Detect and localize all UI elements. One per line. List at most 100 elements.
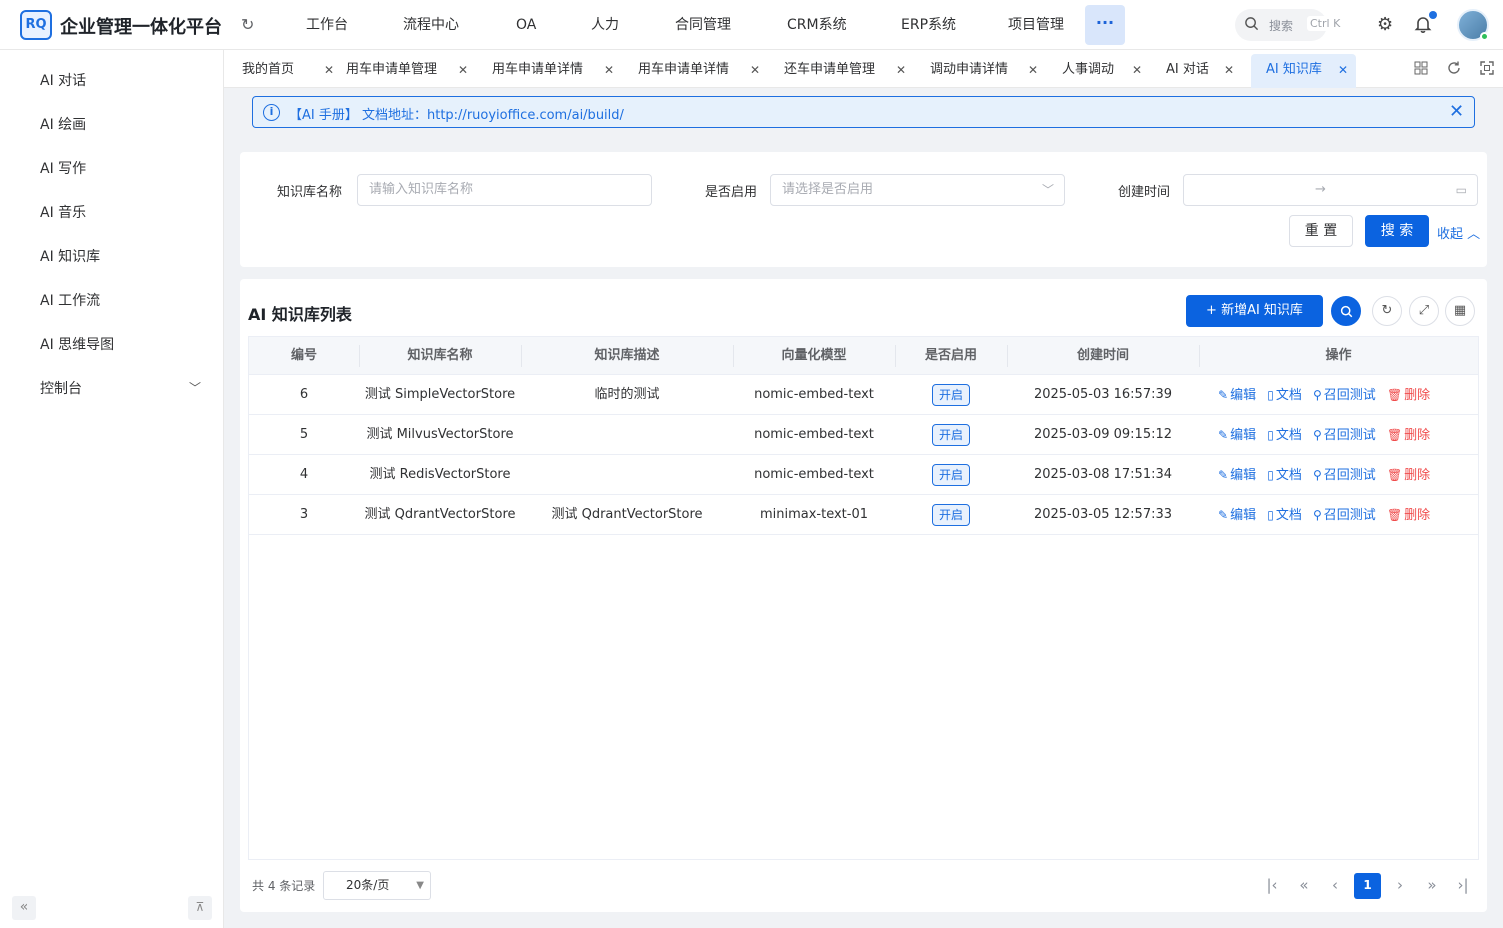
table-row: 3 测试 QdrantVectorStore 测试 QdrantVectorSt… <box>249 495 1478 535</box>
add-knowledge-button[interactable]: + 新增AI 知识库 <box>1186 295 1323 327</box>
close-icon[interactable]: ✕ <box>604 54 614 86</box>
cell-model: minimax-text-01 <box>759 507 869 522</box>
sidebar-item-ai-workflow[interactable]: AI 工作流 <box>40 290 100 310</box>
refresh-icon[interactable] <box>1446 60 1462 76</box>
next-group-icon[interactable]: » <box>1420 874 1444 898</box>
page-number-current[interactable]: 1 <box>1354 873 1381 899</box>
status-badge: 开启 <box>931 463 970 486</box>
column-settings-icon[interactable]: ▦ <box>1445 296 1475 326</box>
chevron-down-icon[interactable]: ﹀ <box>189 379 201 396</box>
fullscreen-table-icon[interactable]: ⤢ <box>1409 296 1439 326</box>
prev-group-icon[interactable]: « <box>1292 874 1316 898</box>
nav-hr[interactable]: 人力 <box>591 0 619 50</box>
cell-id: 6 <box>299 387 309 402</box>
sidebar-item-ai-knowledge[interactable]: AI 知识库 <box>40 246 100 266</box>
pin-icon[interactable]: ⊼ <box>188 896 212 920</box>
nav-project[interactable]: 项目管理 <box>1008 0 1064 50</box>
next-page-icon[interactable]: › <box>1388 874 1412 898</box>
sidebar-item-ai-chat[interactable]: AI 对话 <box>40 70 86 90</box>
recall-test-button[interactable]: ⚲ 召回测试 <box>1313 508 1376 523</box>
refresh-icon[interactable]: ↻ <box>241 15 254 34</box>
search-button[interactable]: 搜 索 <box>1365 215 1429 247</box>
name-filter-input[interactable]: 请输入知识库名称 <box>357 174 652 206</box>
close-icon[interactable]: ✕ <box>1449 101 1464 122</box>
enabled-filter-label: 是否启用 <box>705 185 758 200</box>
tab-vehicle-request-detail-2[interactable]: 用车申请单详情 ✕ <box>638 54 768 88</box>
edit-icon: ✎ <box>1218 388 1229 402</box>
close-icon[interactable]: ✕ <box>1224 54 1234 86</box>
docs-button[interactable]: ▯ 文档 <box>1267 508 1302 523</box>
global-search[interactable]: 搜索 Ctrl K <box>1235 9 1344 41</box>
recall-test-button[interactable]: ⚲ 召回测试 <box>1313 468 1376 483</box>
tab-vehicle-request-detail[interactable]: 用车申请单详情 ✕ <box>492 54 622 88</box>
close-icon[interactable]: ✕ <box>1028 54 1038 86</box>
edit-button[interactable]: ✎ 编辑 <box>1218 508 1256 523</box>
gear-icon[interactable]: ⚙ <box>1377 14 1393 35</box>
sidebar-item-ai-writing[interactable]: AI 写作 <box>40 158 86 178</box>
recall-label: 召回测试 <box>1323 508 1376 523</box>
first-page-icon[interactable]: |‹ <box>1260 874 1284 898</box>
sidebar-item-ai-mindmap[interactable]: AI 思维导图 <box>40 334 114 354</box>
close-icon[interactable]: ✕ <box>458 54 468 86</box>
cell-created: 2025-03-09 09:15:12 <box>1033 427 1173 442</box>
app-logo[interactable]: RQ <box>20 10 52 40</box>
collapse-sidebar-icon[interactable]: « <box>12 896 36 920</box>
tab-ai-knowledge[interactable]: AI 知识库 ✕ <box>1251 54 1356 88</box>
docs-button[interactable]: ▯ 文档 <box>1267 428 1302 443</box>
docs-button[interactable]: ▯ 文档 <box>1267 388 1302 403</box>
nav-workbench[interactable]: 工作台 <box>306 0 348 50</box>
close-icon[interactable]: ✕ <box>1132 54 1142 86</box>
nav-oa[interactable]: OA <box>516 0 536 50</box>
nav-crm[interactable]: CRM系统 <box>787 0 847 50</box>
cell-enabled: 开启 <box>895 375 1007 415</box>
toggle-search-icon[interactable] <box>1331 296 1361 326</box>
close-icon[interactable]: ✕ <box>750 54 760 86</box>
recall-test-button[interactable]: ⚲ 召回测试 <box>1313 428 1376 443</box>
edit-button[interactable]: ✎ 编辑 <box>1218 388 1256 403</box>
enabled-filter-select[interactable]: 请选择是否启用 ﹀ <box>770 174 1065 206</box>
tab-home[interactable]: 我的首页 ✕ <box>242 54 342 88</box>
prev-page-icon[interactable]: ‹ <box>1323 874 1347 898</box>
edit-button[interactable]: ✎ 编辑 <box>1218 468 1256 483</box>
tab-ai-chat[interactable]: AI 对话 ✕ <box>1166 54 1242 88</box>
list-title: AI 知识库列表 <box>248 305 352 324</box>
sidebar-item-ai-music[interactable]: AI 音乐 <box>40 202 86 222</box>
caret-down-icon: ▼ <box>416 880 424 891</box>
notice-text[interactable]: 【AI 手册】 文档地址：http://ruoyioffice.com/ai/b… <box>289 104 624 123</box>
nav-contract[interactable]: 合同管理 <box>675 0 731 50</box>
delete-button[interactable]: 🗑 删除 <box>1387 388 1430 403</box>
tab-transfer-detail[interactable]: 调动申请详情 ✕ <box>930 54 1046 88</box>
close-icon[interactable]: ✕ <box>1338 54 1348 86</box>
page-size-select[interactable]: 20条/页 ▼ <box>323 871 431 900</box>
collapse-filter-link[interactable]: 收起 ︿ <box>1437 223 1480 242</box>
created-date-range[interactable]: → ▭ <box>1183 174 1478 206</box>
nav-erp[interactable]: ERP系统 <box>901 0 956 50</box>
close-icon[interactable]: ✕ <box>896 54 906 86</box>
close-icon[interactable]: ✕ <box>324 54 334 86</box>
delete-button[interactable]: 🗑 删除 <box>1387 508 1430 523</box>
grid-icon[interactable] <box>1413 60 1429 76</box>
sidebar: AI 对话 AI 绘画 AI 写作 AI 音乐 AI 知识库 AI 工作流 AI… <box>0 50 224 928</box>
docs-button[interactable]: ▯ 文档 <box>1267 468 1302 483</box>
nav-process-center[interactable]: 流程中心 <box>403 0 459 50</box>
more-menu-button[interactable]: ··· <box>1085 5 1125 45</box>
tab-hr-transfer[interactable]: 人事调动 ✕ <box>1062 54 1150 88</box>
trash-icon: 🗑 <box>1386 468 1403 482</box>
name-filter-label: 知识库名称 <box>277 185 343 200</box>
last-page-icon[interactable]: ›| <box>1451 874 1475 898</box>
fullscreen-icon[interactable] <box>1479 60 1495 76</box>
refresh-list-icon[interactable]: ↻ <box>1372 296 1402 326</box>
delete-button[interactable]: 🗑 删除 <box>1387 468 1430 483</box>
enabled-placeholder: 请选择是否启用 <box>782 182 874 197</box>
tab-vehicle-request-manage[interactable]: 用车申请单管理 ✕ <box>346 54 476 88</box>
sidebar-item-console[interactable]: 控制台 <box>40 378 82 398</box>
tab-label: 还车申请单管理 <box>784 62 876 77</box>
edit-button[interactable]: ✎ 编辑 <box>1218 428 1256 443</box>
reset-button[interactable]: 重 置 <box>1289 215 1353 247</box>
col-model: 向量化模型 <box>781 348 847 363</box>
sidebar-item-ai-drawing[interactable]: AI 绘画 <box>40 114 86 134</box>
recall-test-button[interactable]: ⚲ 召回测试 <box>1313 388 1376 403</box>
docs-label: 文档 <box>1275 508 1302 523</box>
tab-vehicle-return-manage[interactable]: 还车申请单管理 ✕ <box>784 54 914 88</box>
delete-button[interactable]: 🗑 删除 <box>1387 428 1430 443</box>
